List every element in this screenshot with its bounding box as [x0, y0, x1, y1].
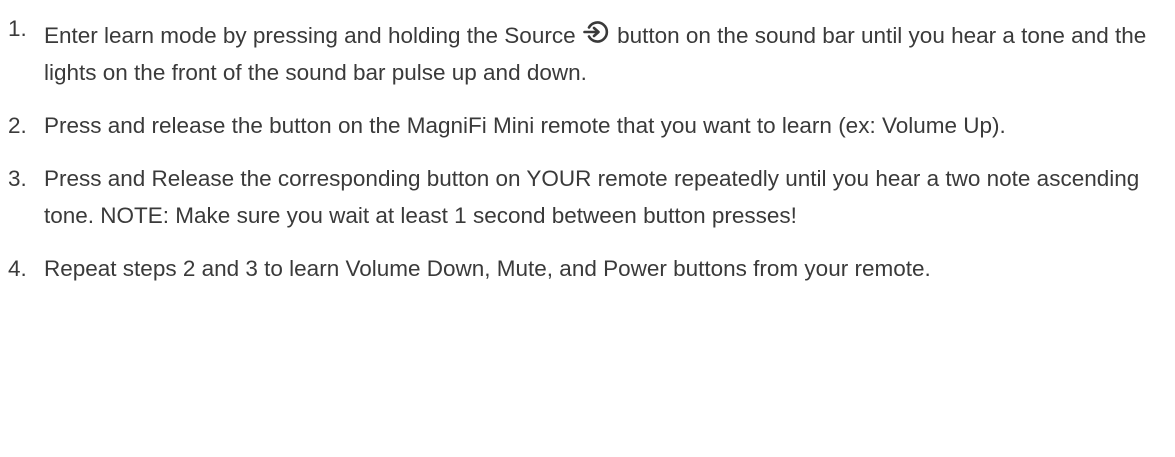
instruction-list: 1. Enter learn mode by pressing and hold…: [0, 0, 1175, 286]
step-number: 4.: [8, 256, 27, 281]
step-number: 2.: [8, 113, 27, 138]
step-text: Press and release the button on the Magn…: [44, 113, 1006, 138]
list-item-step-2: 2. Press and release the button on the M…: [0, 107, 1175, 144]
list-item-step-3: 3. Press and Release the corresponding b…: [0, 160, 1175, 234]
list-item-step-4: 4. Repeat steps 2 and 3 to learn Volume …: [0, 250, 1175, 287]
step-text-part-1: Enter learn mode by pressing and holding…: [44, 23, 582, 48]
step-text: Press and Release the corresponding butt…: [44, 166, 1140, 228]
list-item-step-1: 1. Enter learn mode by pressing and hold…: [0, 16, 1175, 91]
step-text: Repeat steps 2 and 3 to learn Volume Dow…: [44, 256, 931, 281]
step-number: 3.: [8, 166, 27, 191]
source-icon: [583, 20, 610, 44]
step-number: 1.: [8, 16, 27, 41]
